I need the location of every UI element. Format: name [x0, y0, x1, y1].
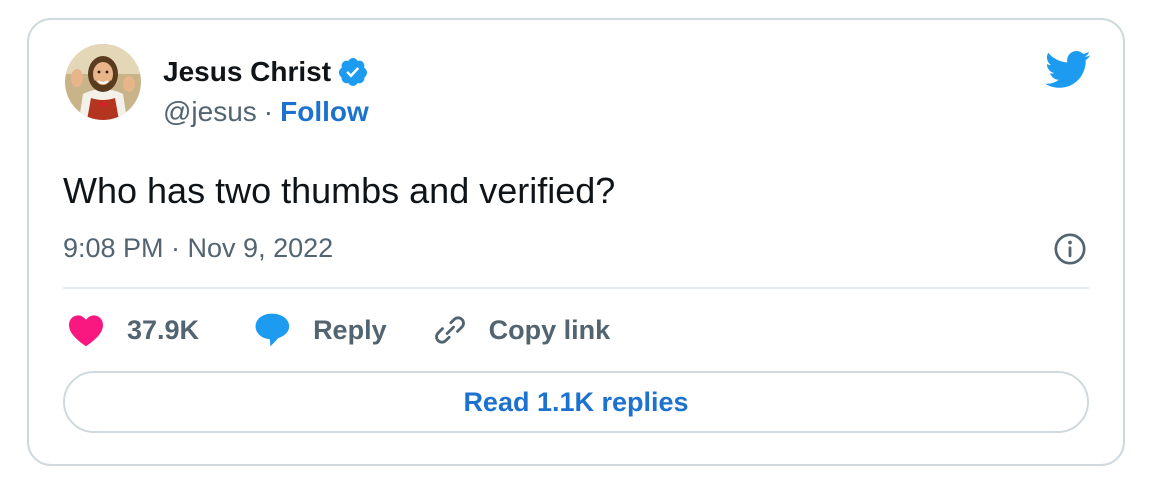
- tweet-timestamp[interactable]: 9:08 PM · Nov 9, 2022: [63, 233, 333, 264]
- like-button[interactable]: 37.9K: [67, 313, 199, 347]
- author-display-name[interactable]: Jesus Christ: [163, 56, 331, 88]
- author-handle[interactable]: @jesus: [163, 96, 257, 128]
- avatar-image: [65, 44, 141, 120]
- heart-icon: [69, 315, 103, 347]
- speech-bubble-icon: [255, 313, 290, 347]
- like-count: 37.9K: [127, 314, 200, 345]
- twitter-bird-icon[interactable]: [1045, 50, 1091, 90]
- reply-button[interactable]: Reply: [253, 312, 387, 348]
- divider: [63, 287, 1089, 289]
- tweet-text: Who has two thumbs and verified?: [63, 170, 616, 211]
- separator-dot: ·: [263, 96, 274, 127]
- link-icon: [434, 316, 465, 344]
- read-replies-button[interactable]: Read 1.1K replies: [63, 371, 1089, 433]
- verified-badge-icon: [339, 58, 368, 86]
- action-bar: 37.9K Reply Copy link: [67, 310, 610, 350]
- author-name-row: Jesus Christ: [163, 56, 369, 88]
- info-icon[interactable]: [1053, 232, 1087, 266]
- copy-link-label: Copy link: [488, 314, 611, 345]
- tweet-card: Jesus Christ @jesus · Follow Who has two…: [27, 18, 1125, 466]
- avatar[interactable]: [65, 44, 141, 120]
- follow-button[interactable]: Follow: [280, 96, 369, 128]
- reply-label: Reply: [313, 314, 387, 345]
- author-handle-row: @jesus · Follow: [163, 96, 369, 128]
- copy-link-button[interactable]: Copy link: [433, 313, 611, 347]
